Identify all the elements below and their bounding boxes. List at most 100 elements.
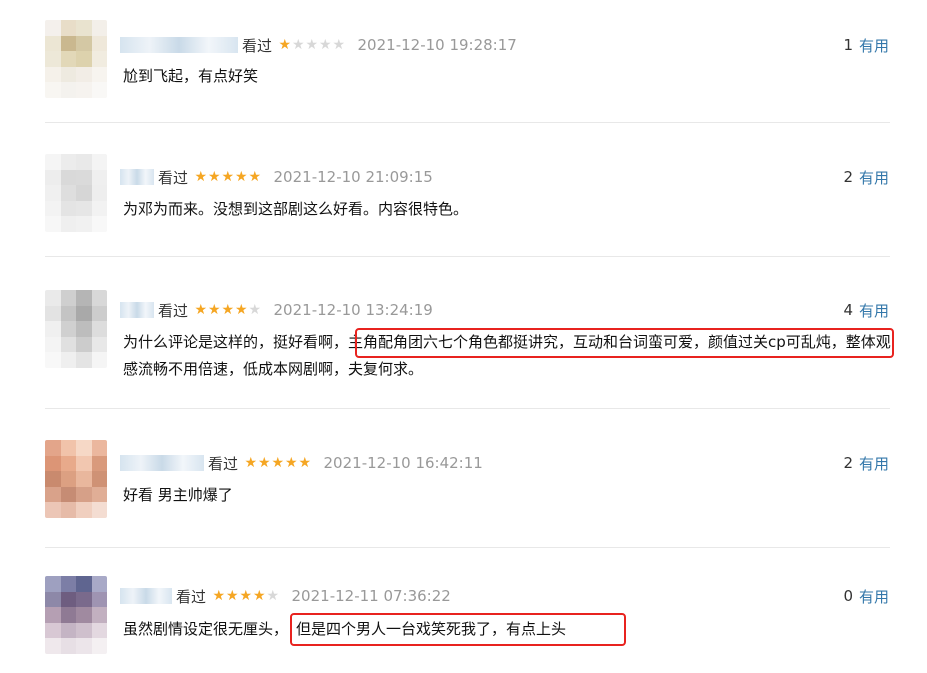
- avatar-pixel: [45, 35, 61, 52]
- avatar-pixel: [91, 576, 107, 592]
- username-blurred[interactable]: [120, 37, 238, 53]
- useful-count: 2: [843, 454, 853, 472]
- avatar-pixel: [91, 471, 107, 487]
- rating-stars: ★ ★ ★ ★ ★: [194, 303, 262, 317]
- avatar-pixel: [76, 305, 92, 322]
- avatar-pixel: [60, 486, 76, 503]
- avatar-pixel: [76, 51, 92, 67]
- divider: [45, 408, 890, 409]
- avatar-pixel: [91, 305, 107, 322]
- useful-vote-link[interactable]: 有用: [859, 167, 889, 188]
- avatar-pixel: [60, 185, 76, 201]
- useful-vote-link[interactable]: 有用: [859, 453, 889, 474]
- avatar-pixel: [45, 455, 61, 472]
- star-filled-icon: ★: [234, 302, 248, 318]
- avatar-pixel: [45, 471, 61, 487]
- avatar-pixel: [76, 502, 92, 518]
- avatar-pixel: [60, 66, 76, 83]
- useful-vote-link[interactable]: 有用: [859, 300, 889, 321]
- avatar-pixel: [60, 638, 76, 654]
- useful-vote-link[interactable]: 有用: [859, 35, 889, 56]
- comment-time: 2021-12-10 13:24:19: [273, 301, 433, 319]
- avatar-pixel: [45, 440, 61, 456]
- avatar-pixel: [45, 352, 61, 368]
- star-filled-icon: ★: [234, 169, 248, 185]
- avatar-pixel: [76, 66, 92, 83]
- avatar-pixel: [91, 66, 107, 83]
- star-filled-icon: ★: [194, 302, 208, 318]
- star-filled-icon: ★: [221, 302, 235, 318]
- star-filled-icon: ★: [194, 169, 208, 185]
- avatar-pixel: [91, 51, 107, 67]
- avatar-pixel: [91, 591, 107, 608]
- star-empty-icon: ★: [291, 37, 305, 53]
- useful-count: 1: [843, 36, 853, 54]
- username-blurred[interactable]: [120, 455, 204, 471]
- avatar-pixel: [45, 336, 61, 353]
- avatar-pixel: [91, 20, 107, 36]
- comment-time: 2021-12-11 07:36:22: [291, 587, 451, 605]
- avatar-pixel: [76, 200, 92, 217]
- star-filled-icon: ★: [248, 169, 262, 185]
- username-blurred[interactable]: [120, 169, 154, 185]
- rating-stars: ★ ★ ★ ★ ★: [278, 38, 346, 52]
- star-filled-icon: ★: [252, 588, 266, 604]
- avatar-pixel: [45, 486, 61, 503]
- avatar-pixel: [60, 51, 76, 67]
- avatar-pixel: [45, 591, 61, 608]
- avatar-pixel: [91, 321, 107, 337]
- avatar-pixel: [45, 82, 61, 98]
- avatar-pixel: [91, 638, 107, 654]
- comment-text-part: 虽然剧情设定很无厘头，: [123, 620, 289, 638]
- avatar-pixel: [60, 576, 76, 592]
- avatar-pixel: [60, 20, 76, 36]
- avatar-pixel: [60, 305, 76, 322]
- avatar-pixel: [45, 154, 61, 170]
- avatar[interactable]: [45, 440, 107, 518]
- avatar-pixel: [91, 200, 107, 217]
- watch-status: 看过: [176, 587, 207, 606]
- star-filled-icon: ★: [212, 588, 226, 604]
- avatar-pixel: [76, 321, 92, 337]
- useful-count: 2: [843, 168, 853, 186]
- avatar-pixel: [76, 154, 92, 170]
- avatar-pixel: [45, 185, 61, 201]
- avatar-pixel: [45, 622, 61, 639]
- avatar-pixel: [76, 216, 92, 232]
- avatar-pixel: [60, 471, 76, 487]
- avatar-pixel: [91, 216, 107, 232]
- star-filled-icon: ★: [278, 37, 292, 53]
- star-filled-icon: ★: [257, 455, 271, 471]
- avatar-pixel: [91, 455, 107, 472]
- useful-vote-link[interactable]: 有用: [859, 586, 889, 607]
- avatar-pixel: [91, 336, 107, 353]
- avatar-pixel: [60, 321, 76, 337]
- watch-status: 看过: [208, 454, 239, 473]
- avatar-pixel: [60, 591, 76, 608]
- avatar-pixel: [91, 35, 107, 52]
- avatar-pixel: [76, 591, 92, 608]
- watch-status: 看过: [158, 168, 189, 187]
- star-empty-icon: ★: [332, 37, 346, 53]
- comment-text: 为邓为而来。没想到这部剧这么好看。内容很特色。: [123, 196, 903, 223]
- avatar[interactable]: [45, 290, 107, 368]
- username-blurred[interactable]: [120, 302, 154, 318]
- watch-status: 看过: [242, 36, 273, 55]
- avatar[interactable]: [45, 154, 107, 232]
- avatar-pixel: [45, 607, 61, 623]
- avatar-pixel: [45, 290, 61, 306]
- avatar[interactable]: [45, 576, 107, 654]
- comment-time: 2021-12-10 19:28:17: [357, 36, 517, 54]
- avatar-pixel: [45, 66, 61, 83]
- username-blurred[interactable]: [120, 588, 172, 604]
- avatar-pixel: [45, 638, 61, 654]
- avatar[interactable]: [45, 20, 107, 98]
- avatar-pixel: [45, 321, 61, 337]
- avatar-pixel: [76, 622, 92, 639]
- avatar-pixel: [45, 305, 61, 322]
- avatar-pixel: [60, 35, 76, 52]
- watch-status: 看过: [158, 301, 189, 320]
- star-filled-icon: ★: [207, 169, 221, 185]
- rating-stars: ★ ★ ★ ★ ★: [212, 589, 280, 603]
- avatar-pixel: [76, 576, 92, 592]
